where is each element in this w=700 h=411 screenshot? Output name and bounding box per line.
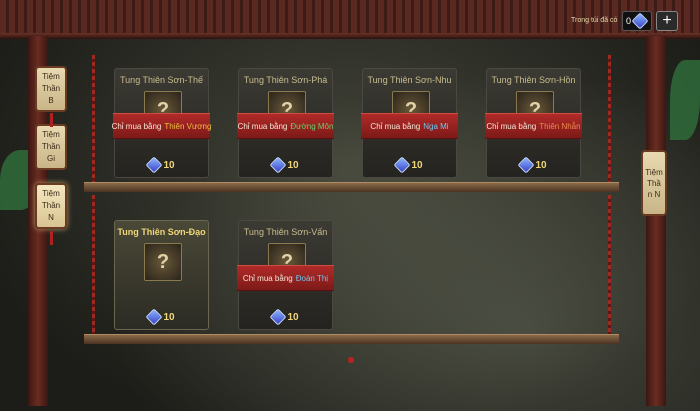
blue-gem-icon [631, 12, 649, 30]
faction-name: Đoàn Thị [295, 273, 329, 283]
item-name: Tung Thiên Sơn-Thế [120, 75, 203, 85]
item-price: 10 [239, 308, 332, 326]
blue-gem-icon [393, 156, 411, 174]
item-name: Tung Thiên Sơn-Hồn [491, 75, 576, 85]
currency-label: Trong túi đã có [571, 17, 618, 24]
tassel [50, 113, 53, 127]
item-name: Tung Thiên Sơn-Vấn [243, 227, 328, 237]
item-name: Tung Thiên Sơn-Nhu [367, 75, 452, 85]
buy-prefix: Chỉ mua bằng [486, 121, 537, 131]
price-value: 10 [163, 159, 175, 171]
faction-name: Thiên Vương [164, 121, 212, 131]
shop-scene: Trong túi đã có 0 + Tiệm Thần B Tiệm Thầ… [0, 0, 700, 411]
buy-prefix: Chỉ mua bằng [370, 121, 421, 131]
add-currency-button[interactable]: + [656, 11, 678, 31]
rope [92, 195, 95, 335]
blue-gem-icon [269, 308, 287, 326]
blue-gem-icon [517, 156, 535, 174]
rope [92, 55, 95, 185]
purchase-restriction-banner: Chỉ mua bằng Thiên Vương [111, 113, 212, 139]
store-tab-right[interactable]: Tiệm Thần N [641, 150, 667, 216]
price-value: 10 [163, 311, 175, 323]
item-price: 10 [239, 156, 332, 174]
purchase-restriction-banner: Chỉ mua bằng Đường Môn [237, 113, 334, 139]
shelf-bottom [84, 334, 619, 344]
item-price: 10 [115, 308, 208, 326]
store-tab-2[interactable]: Tiệm Thần Gi [35, 124, 67, 170]
rope [608, 195, 611, 335]
item-card[interactable]: Tung Thiên Sơn-Nhu? Chỉ mua bằng Nga Mi 10 [361, 68, 458, 178]
price-value: 10 [287, 159, 299, 171]
foliage-right [670, 60, 700, 140]
item-card[interactable]: Tung Thiên Sơn-Phá? Chỉ mua bằng Đường Môn… [237, 68, 334, 178]
purchase-restriction-banner: Chỉ mua bằng Đoàn Thị [237, 265, 334, 291]
purchase-restriction-banner: Chỉ mua bằng Nga Mi [361, 113, 458, 139]
shelf-top [84, 182, 619, 192]
purchase-restriction-banner: Chỉ mua bằng Thiên Nhẫn [485, 113, 582, 139]
buy-prefix: Chỉ mua bằng [111, 121, 162, 131]
item-card[interactable]: Tung Thiên Sơn-Hồn? Chỉ mua bằng Thiên Nhẫ… [485, 68, 582, 178]
question-mark-icon: ? [156, 250, 170, 273]
price-value: 10 [411, 159, 423, 171]
item-price: 10 [487, 156, 580, 174]
item-name: Tung Thiên Sơn-Phá [243, 75, 328, 85]
blue-gem-icon [145, 156, 163, 174]
item-card[interactable]: Tung Thiên Sơn-Đạo? 10 [114, 220, 209, 330]
faction-name: Nga Mi [423, 121, 449, 131]
tassel [50, 231, 53, 245]
store-tab-3[interactable]: Tiệm Thần N [35, 183, 67, 229]
price-value: 10 [287, 311, 299, 323]
page-indicator [348, 357, 354, 363]
item-price: 10 [363, 156, 456, 174]
faction-name: Thiên Nhẫn [539, 121, 581, 131]
price-value: 10 [535, 159, 547, 171]
right-pillar [646, 36, 666, 406]
store-tab-1[interactable]: Tiệm Thần B [35, 66, 67, 112]
currency-value: 0 [626, 16, 632, 26]
item-card[interactable]: Tung Thiên Sơn-Thế? Chỉ mua bằng Thiên Vươ… [111, 68, 212, 178]
buy-prefix: Chỉ mua bằng [242, 273, 293, 283]
item-price: 10 [115, 156, 208, 174]
item-card[interactable]: Tung Thiên Sơn-Vấn? Chỉ mua bằng Đoàn Thị 1… [237, 220, 334, 330]
item-icon: ? [144, 243, 182, 281]
blue-gem-icon [269, 156, 287, 174]
faction-name: Đường Môn [290, 121, 334, 131]
rope [608, 55, 611, 185]
item-name: Tung Thiên Sơn-Đạo [117, 227, 206, 237]
currency-display: 0 [622, 11, 652, 31]
blue-gem-icon [145, 308, 163, 326]
buy-prefix: Chỉ mua bằng [237, 121, 288, 131]
